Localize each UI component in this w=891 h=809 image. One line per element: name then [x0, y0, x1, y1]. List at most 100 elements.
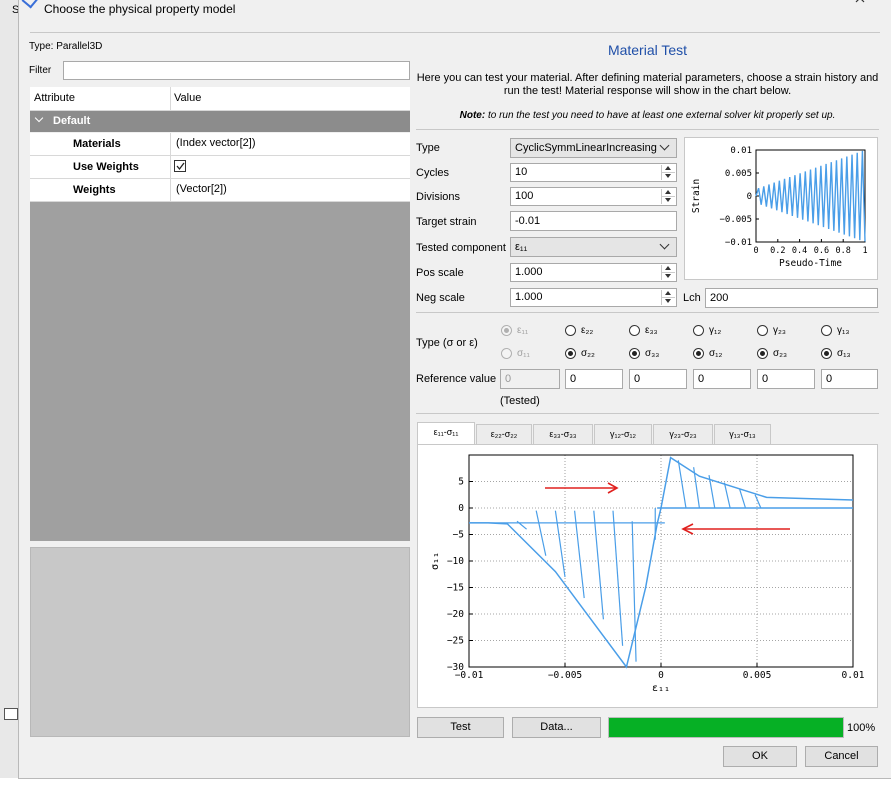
type-field-label: Type: [416, 142, 440, 154]
x-tick-label: 0.005: [743, 670, 772, 681]
chevron-down-icon: [659, 239, 670, 250]
reference-value-5[interactable]: [757, 369, 815, 389]
unload-line: [574, 510, 585, 599]
y-tick-label: 0.01: [730, 146, 752, 156]
radio-sig-5[interactable]: [757, 348, 768, 359]
tab-g13-s13[interactable]: γ₁₃-σ₁₃: [714, 424, 771, 444]
radio-eps-5[interactable]: [757, 325, 768, 336]
spin-up-icon[interactable]: [662, 165, 675, 173]
column-attribute[interactable]: Attribute: [34, 92, 75, 104]
radio-eps-label: γ₁₃: [837, 325, 850, 336]
reference-value-4[interactable]: [693, 369, 751, 389]
pos-scale-spinbox[interactable]: 1.000: [510, 263, 677, 282]
tab-e33-s33[interactable]: ε₃₃-σ₃₃: [533, 424, 593, 444]
divisions-spinbox[interactable]: 100: [510, 187, 677, 206]
y-tick-label: 5: [458, 477, 464, 488]
group-label: Default: [53, 115, 91, 127]
tab-e22-s22[interactable]: ε₂₂-σ₂₂: [476, 424, 532, 444]
table-row[interactable]: Materials (Index vector[2]): [30, 133, 410, 156]
radio-eps-1: [501, 325, 512, 336]
attribute-weights: Weights: [73, 184, 116, 196]
y-tick-label: −0.01: [725, 238, 752, 248]
terminal-icon[interactable]: [4, 708, 18, 720]
tab-e11-s11[interactable]: ε₁₁-σ₁₁: [417, 422, 475, 444]
header-divider: [30, 32, 880, 33]
radio-eps-3[interactable]: [629, 325, 640, 336]
reference-value-label: Reference value: [416, 373, 497, 385]
tested-label: (Tested): [500, 395, 540, 407]
radio-sig-label: σ₂₃: [773, 348, 788, 359]
strain-history-svg: 0.010.0050−0.005−0.010 0.2 0.4 0.6 0.8 1Pseud…: [691, 146, 868, 269]
background-strip: [0, 778, 891, 809]
unload-line: [693, 467, 700, 509]
reference-value-6[interactable]: [821, 369, 878, 389]
strain-history-chart: 0.01 0.005 0 −0.005 −0.01 0 0.2 0.4 0.6 0.8 1 Pseud…: [684, 137, 878, 280]
radio-eps-6[interactable]: [821, 325, 832, 336]
cancel-button[interactable]: Cancel: [805, 746, 878, 767]
y-tick-label: −25: [447, 636, 464, 647]
radio-sig-4[interactable]: [693, 348, 704, 359]
table-header: Attribute Value: [30, 87, 410, 111]
tested-component-label: Tested component: [416, 242, 506, 254]
radio-eps-4[interactable]: [693, 325, 704, 336]
use-weights-checkbox[interactable]: [174, 160, 186, 172]
neg-scale-spinbox[interactable]: 1.000: [510, 288, 677, 307]
preview-panel: [30, 547, 410, 737]
target-strain-input[interactable]: [510, 211, 677, 231]
table-row[interactable]: Weights (Vector[2]): [30, 179, 410, 202]
table-empty-area: [30, 202, 410, 541]
radio-sig-6[interactable]: [821, 348, 832, 359]
y-tick-label: 0: [747, 192, 752, 202]
x-tick-label: −0.005: [548, 670, 582, 681]
x-tick-label: 0.4: [792, 246, 807, 256]
lch-input[interactable]: [705, 288, 878, 308]
reference-value-1: [500, 369, 560, 389]
reference-value-3[interactable]: [629, 369, 687, 389]
close-icon[interactable]: [855, 0, 865, 4]
spin-down-icon[interactable]: [662, 298, 675, 305]
radio-sig-label: σ₂₂: [581, 348, 595, 359]
pos-scale-label: Pos scale: [416, 267, 464, 279]
data-button[interactable]: Data...: [512, 717, 601, 738]
column-divider: [170, 87, 171, 110]
ok-button[interactable]: OK: [723, 746, 797, 767]
radio-sig-2[interactable]: [565, 348, 576, 359]
tab-g23-s23[interactable]: γ₂₃-σ₂₃: [653, 424, 713, 444]
type-label: Type: Parallel3D: [29, 41, 103, 52]
radio-sig-label: σ₁₃: [837, 348, 851, 359]
radio-eps-2[interactable]: [565, 325, 576, 336]
radio-sig-3[interactable]: [629, 348, 640, 359]
value-weights: (Vector[2]): [176, 183, 227, 195]
tested-component-select[interactable]: ε₁₁: [510, 237, 677, 257]
note-bold: Note:: [459, 110, 486, 121]
unload-line: [535, 510, 547, 556]
cycles-spinbox[interactable]: 10: [510, 163, 677, 182]
target-strain-label: Target strain: [416, 216, 477, 228]
spin-up-icon[interactable]: [662, 189, 675, 197]
spin-up-icon[interactable]: [662, 290, 675, 298]
spin-down-icon[interactable]: [662, 173, 675, 180]
chevron-down-icon[interactable]: [34, 113, 44, 123]
x-tick-label: 0: [658, 670, 664, 681]
radio-sig-label: σ₃₃: [645, 348, 660, 359]
note-body: to run the test you need to have at leas…: [485, 110, 836, 121]
unload-line: [612, 510, 624, 646]
type-select[interactable]: CyclicSymmLinearIncreasing: [510, 138, 677, 158]
group-default[interactable]: Default: [30, 111, 410, 132]
reference-value-2[interactable]: [565, 369, 623, 389]
spin-up-icon[interactable]: [662, 265, 675, 273]
tab-g12-s12[interactable]: γ₁₂-σ₁₂: [594, 424, 652, 444]
column-value[interactable]: Value: [174, 92, 201, 104]
filter-input[interactable]: [63, 61, 410, 80]
unload-line: [754, 494, 762, 509]
spin-down-icon[interactable]: [662, 273, 675, 280]
y-axis-label: Strain: [691, 179, 702, 213]
table-row[interactable]: Use Weights: [30, 156, 410, 179]
attribute-materials: Materials: [73, 138, 121, 150]
y-tick-label: −5: [453, 530, 464, 541]
note-text: Note: to run the test you need to have a…: [416, 110, 879, 121]
y-axis-label: σ₁₁: [430, 552, 441, 570]
lch-label: Lch: [683, 292, 701, 304]
test-button[interactable]: Test: [417, 717, 504, 738]
spin-down-icon[interactable]: [662, 197, 675, 204]
